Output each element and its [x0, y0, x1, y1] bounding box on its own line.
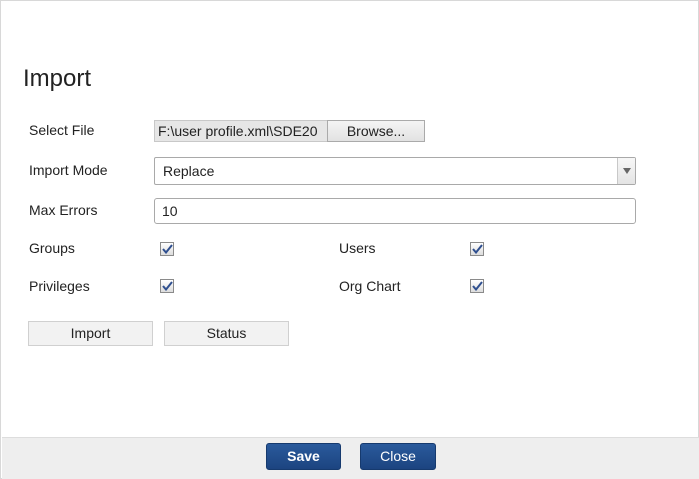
import-mode-select[interactable]: Replace: [154, 157, 636, 185]
save-button[interactable]: Save: [266, 443, 341, 470]
close-button[interactable]: Close: [360, 443, 436, 470]
groups-label: Groups: [29, 240, 75, 256]
dialog-title: Import: [23, 65, 92, 92]
select-file-label: Select File: [29, 122, 95, 138]
dialog-footer: Save Close: [2, 437, 699, 479]
import-mode-label: Import Mode: [29, 162, 108, 178]
org-chart-label: Org Chart: [339, 278, 401, 294]
checkmark-icon: [471, 244, 483, 254]
status-button[interactable]: Status: [164, 321, 289, 346]
import-button[interactable]: Import: [28, 321, 153, 346]
max-errors-label: Max Errors: [29, 202, 98, 218]
import-mode-value: Replace: [163, 163, 215, 179]
file-path-field[interactable]: F:\user profile.xml\SDE20: [154, 120, 328, 142]
privileges-label: Privileges: [29, 278, 90, 294]
groups-checkbox[interactable]: [160, 242, 174, 256]
browse-button[interactable]: Browse...: [327, 120, 425, 142]
import-dialog: Import Select File F:\user profile.xml\S…: [0, 0, 699, 479]
users-label: Users: [339, 240, 376, 256]
checkmark-icon: [161, 244, 173, 254]
privileges-checkbox[interactable]: [160, 279, 174, 293]
max-errors-input[interactable]: [154, 198, 636, 224]
users-checkbox[interactable]: [470, 242, 484, 256]
chevron-down-icon[interactable]: [617, 158, 635, 184]
org-chart-checkbox[interactable]: [470, 279, 484, 293]
checkmark-icon: [471, 281, 483, 291]
checkmark-icon: [161, 281, 173, 291]
